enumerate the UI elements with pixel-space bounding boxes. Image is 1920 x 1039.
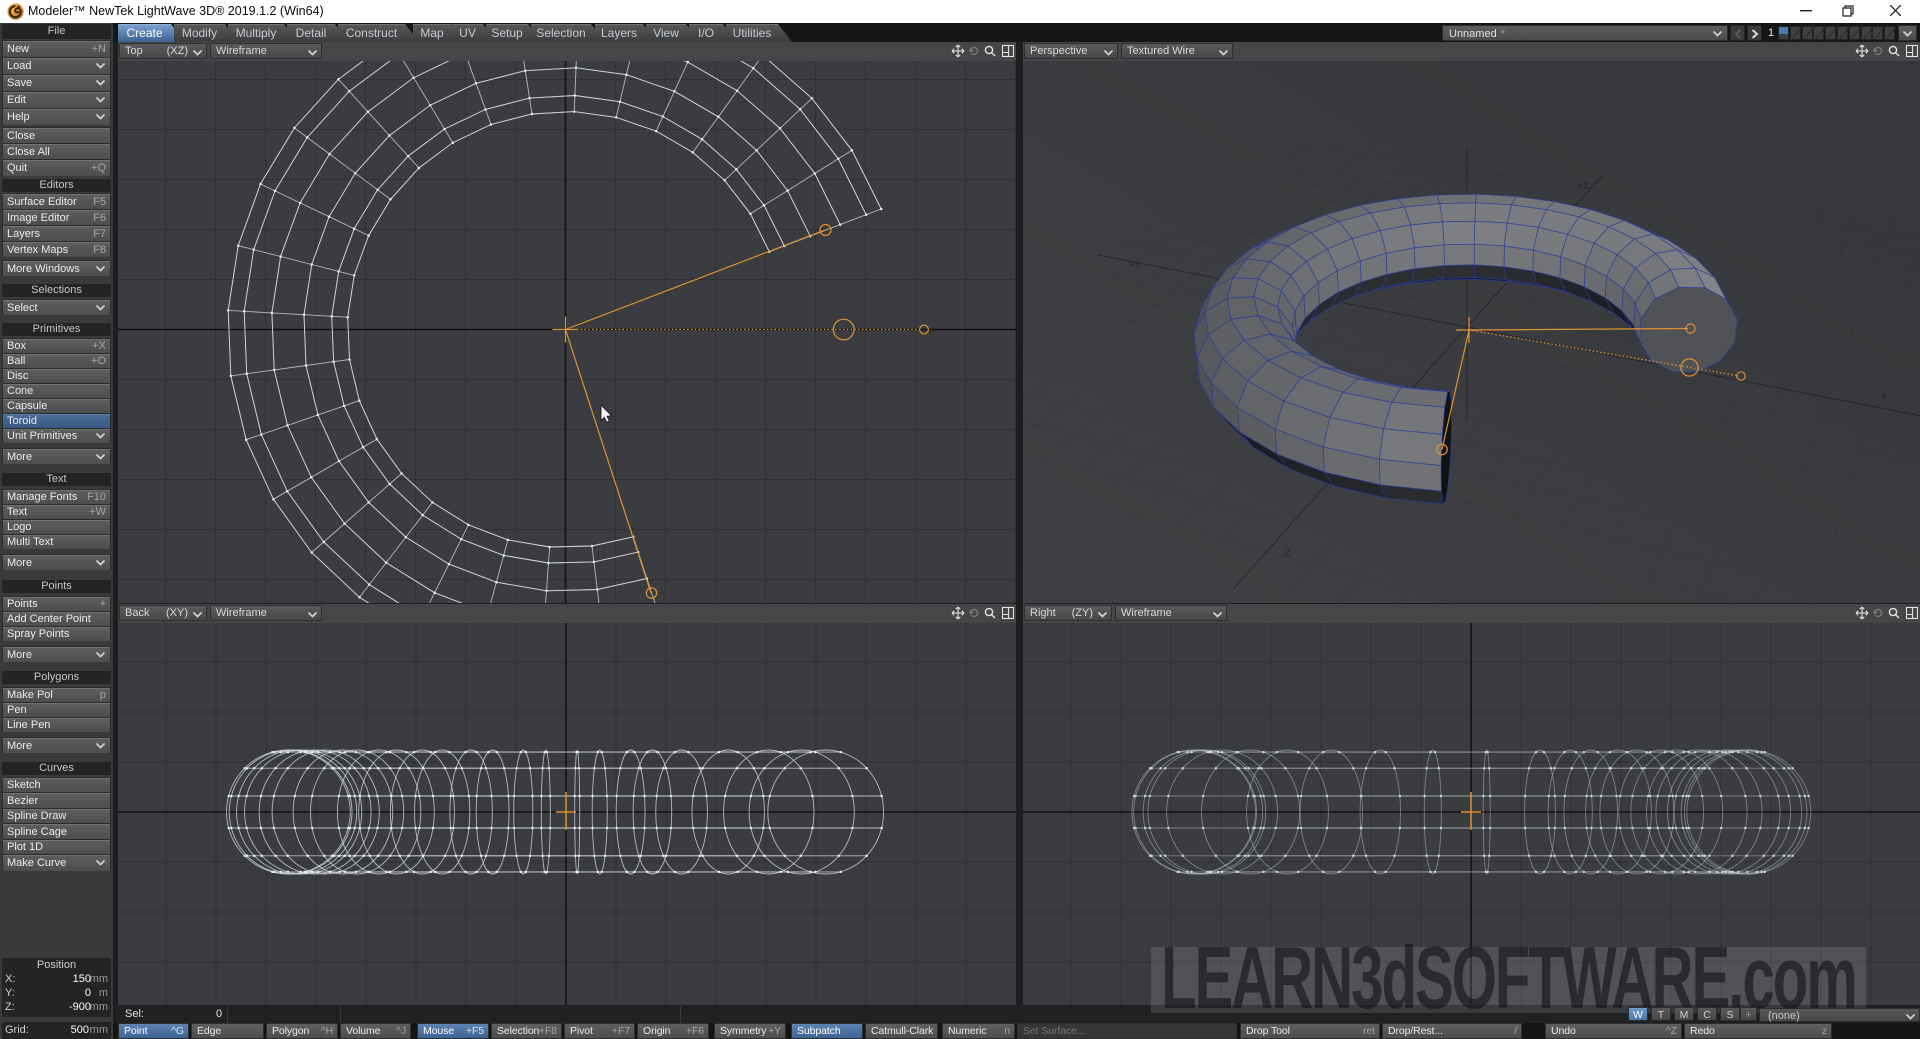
svg-text:+Z: +Z bbox=[1578, 181, 1589, 191]
svg-text:+X: +X bbox=[1130, 260, 1141, 270]
svg-text:-X: -X bbox=[1878, 391, 1887, 401]
svg-text:-Z: -Z bbox=[1282, 548, 1291, 558]
